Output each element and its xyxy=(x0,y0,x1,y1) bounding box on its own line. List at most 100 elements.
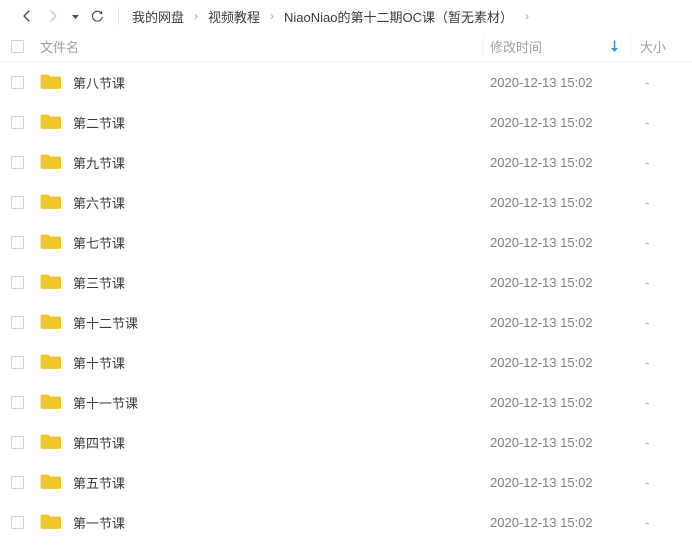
file-name-label[interactable]: 第十二节课 xyxy=(73,313,138,332)
chevron-left-icon xyxy=(23,10,30,22)
row-checkbox[interactable] xyxy=(10,315,24,329)
chevron-right-icon xyxy=(50,10,57,22)
file-name-label[interactable]: 第八节课 xyxy=(73,73,125,92)
history-dropdown-button[interactable] xyxy=(66,3,84,29)
row-name-cell: 第五节课 xyxy=(34,473,483,492)
row-time-cell: 2020-12-13 15:02 xyxy=(490,474,593,490)
row-name-cell: 第二节课 xyxy=(34,113,483,132)
file-name-label[interactable]: 第三节课 xyxy=(73,273,125,292)
arrow-down-icon xyxy=(611,40,618,52)
row-select-cell xyxy=(0,275,34,289)
row-select-cell xyxy=(0,195,34,209)
row-checkbox[interactable] xyxy=(10,395,24,409)
sort-indicator[interactable] xyxy=(609,40,620,53)
breadcrumb-separator: › xyxy=(270,9,275,23)
row-time-cell: 2020-12-13 15:02 xyxy=(490,434,593,450)
breadcrumb-item-video-tutorials[interactable]: 视频教程 xyxy=(207,7,261,26)
folder-icon xyxy=(40,354,61,369)
row-time-cell: 2020-12-13 15:02 xyxy=(490,234,593,250)
row-size-cell: - xyxy=(645,314,650,330)
breadcrumb-item-current[interactable]: NiaoNiao的第十二期OC课（暂无素材） xyxy=(283,7,514,26)
table-row[interactable]: 第十一节课 2020-12-13 15:02 - xyxy=(0,382,692,422)
table-row[interactable]: 第三节课 2020-12-13 15:02 - xyxy=(0,262,692,302)
column-header-size[interactable]: 大小 xyxy=(631,37,692,56)
row-size-cell: - xyxy=(645,74,650,90)
row-checkbox[interactable] xyxy=(10,475,24,489)
refresh-icon xyxy=(91,10,103,22)
breadcrumb-separator-trailing: › xyxy=(525,9,530,23)
forward-button[interactable] xyxy=(40,3,66,29)
row-size-cell: - xyxy=(645,114,650,130)
row-time-cell: 2020-12-13 15:02 xyxy=(490,394,593,410)
file-name-label[interactable]: 第五节课 xyxy=(73,473,125,492)
navigation-controls xyxy=(14,3,110,29)
column-header-name-label: 文件名 xyxy=(40,40,80,55)
row-size-cell: - xyxy=(645,154,650,170)
breadcrumb-item-root[interactable]: 我的网盘 xyxy=(131,7,185,26)
row-name-cell: 第十一节课 xyxy=(34,393,483,412)
row-name-cell: 第六节课 xyxy=(34,193,483,212)
table-row[interactable]: 第七节课 2020-12-13 15:02 - xyxy=(0,222,692,262)
table-row[interactable]: 第一节课 2020-12-13 15:02 - xyxy=(0,502,692,542)
back-button[interactable] xyxy=(14,3,40,29)
column-header-name[interactable]: 文件名 xyxy=(34,37,483,56)
row-select-cell xyxy=(0,515,34,529)
row-size-cell: - xyxy=(645,194,650,210)
row-select-cell xyxy=(0,315,34,329)
table-row[interactable]: 第六节课 2020-12-13 15:02 - xyxy=(0,182,692,222)
row-name-cell: 第九节课 xyxy=(34,153,483,172)
file-list: 第八节课 2020-12-13 15:02 - 第二节课 2020-12-13 15:0… xyxy=(0,62,692,542)
row-checkbox[interactable] xyxy=(10,75,24,89)
row-checkbox[interactable] xyxy=(10,435,24,449)
select-all-cell xyxy=(0,40,34,53)
row-size-cell: - xyxy=(645,274,650,290)
row-time-cell: 2020-12-13 15:02 xyxy=(490,274,593,290)
row-checkbox[interactable] xyxy=(10,235,24,249)
file-name-label[interactable]: 第一节课 xyxy=(73,513,125,532)
refresh-button[interactable] xyxy=(84,3,110,29)
row-select-cell xyxy=(0,115,34,129)
file-name-label[interactable]: 第六节课 xyxy=(73,193,125,212)
row-checkbox[interactable] xyxy=(10,195,24,209)
row-checkbox[interactable] xyxy=(10,115,24,129)
row-time-cell: 2020-12-13 15:02 xyxy=(490,514,593,530)
file-name-label[interactable]: 第四节课 xyxy=(73,433,125,452)
folder-icon xyxy=(40,154,61,169)
row-select-cell xyxy=(0,355,34,369)
row-name-cell: 第十二节课 xyxy=(34,313,483,332)
row-checkbox[interactable] xyxy=(10,275,24,289)
row-size-cell: - xyxy=(645,434,650,450)
row-checkbox[interactable] xyxy=(10,355,24,369)
toolbar: 我的网盘 › 视频教程 › NiaoNiao的第十二期OC课（暂无素材） › xyxy=(0,0,692,32)
file-name-label[interactable]: 第二节课 xyxy=(73,113,125,132)
table-row[interactable]: 第十二节课 2020-12-13 15:02 - xyxy=(0,302,692,342)
row-time-cell: 2020-12-13 15:02 xyxy=(490,314,593,330)
folder-icon xyxy=(40,234,61,249)
row-time-cell: 2020-12-13 15:02 xyxy=(490,194,593,210)
folder-icon xyxy=(40,74,61,89)
folder-icon xyxy=(40,514,61,529)
file-name-label[interactable]: 第十节课 xyxy=(73,353,125,372)
row-select-cell xyxy=(0,235,34,249)
row-name-cell: 第四节课 xyxy=(34,433,483,452)
row-checkbox[interactable] xyxy=(10,515,24,529)
row-select-cell xyxy=(0,395,34,409)
table-row[interactable]: 第五节课 2020-12-13 15:02 - xyxy=(0,462,692,502)
table-row[interactable]: 第八节课 2020-12-13 15:02 - xyxy=(0,62,692,102)
file-name-label[interactable]: 第七节课 xyxy=(73,233,125,252)
table-row[interactable]: 第四节课 2020-12-13 15:02 - xyxy=(0,422,692,462)
column-header-size-label: 大小 xyxy=(640,40,667,55)
file-name-label[interactable]: 第九节课 xyxy=(73,153,125,172)
table-row[interactable]: 第二节课 2020-12-13 15:02 - xyxy=(0,102,692,142)
row-select-cell xyxy=(0,155,34,169)
table-row[interactable]: 第九节课 2020-12-13 15:02 - xyxy=(0,142,692,182)
column-header-time[interactable]: 修改时间 xyxy=(484,37,630,56)
row-name-cell: 第七节课 xyxy=(34,233,483,252)
row-checkbox[interactable] xyxy=(10,155,24,169)
file-name-label[interactable]: 第十一节课 xyxy=(73,393,138,412)
row-name-cell: 第十节课 xyxy=(34,353,483,372)
toolbar-divider xyxy=(118,7,119,25)
breadcrumb-separator: › xyxy=(194,9,199,23)
select-all-checkbox[interactable] xyxy=(10,40,24,53)
table-row[interactable]: 第十节课 2020-12-13 15:02 - xyxy=(0,342,692,382)
